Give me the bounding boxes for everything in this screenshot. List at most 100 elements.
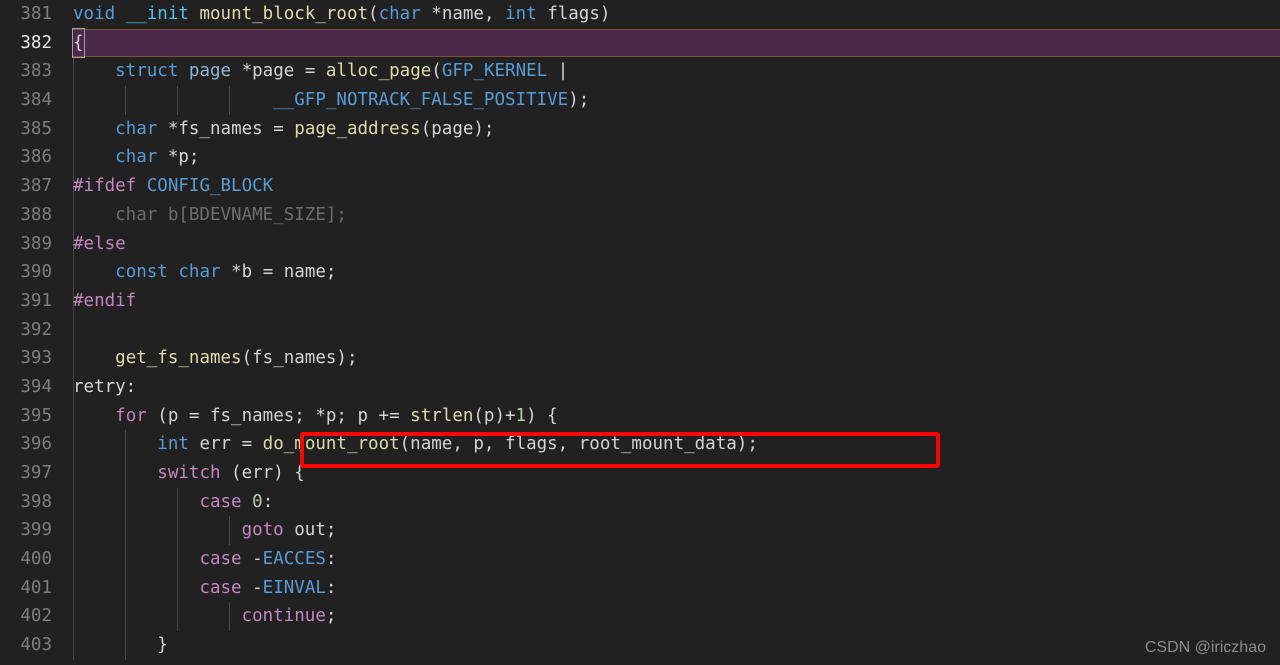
code-lines-container[interactable]: 381 void __init mount_block_root(char *na… bbox=[0, 0, 1280, 665]
code-token: 0 bbox=[252, 491, 263, 512]
text-cursor: { bbox=[73, 29, 84, 58]
line-content[interactable]: char *p; bbox=[73, 143, 1280, 172]
code-token: (page); bbox=[420, 118, 495, 139]
line-number: 399 bbox=[20, 520, 52, 541]
code-line[interactable]: 390 const char *b = name; bbox=[0, 258, 1280, 287]
code-line[interactable]: 383 struct page *page = alloc_page(GFP_K… bbox=[0, 57, 1280, 87]
line-content[interactable]: case 0: bbox=[73, 488, 1280, 517]
code-line[interactable]: 400 case -EACCES: bbox=[0, 545, 1280, 574]
code-token: for bbox=[115, 405, 147, 426]
line-content[interactable]: for (p = fs_names; *p; p += strlen(p)+1)… bbox=[73, 402, 1280, 431]
code-line[interactable]: 402 continue; bbox=[0, 602, 1280, 632]
code-token: page bbox=[188, 61, 232, 82]
code-line[interactable]: 385 char *fs_names = page_address(page); bbox=[0, 114, 1280, 144]
code-token: case bbox=[199, 549, 242, 570]
code-line[interactable]: 395 for (p = fs_names; *p; p += strlen(p… bbox=[0, 401, 1280, 431]
code-line[interactable]: 381 void __init mount_block_root(char *na… bbox=[0, 0, 1280, 29]
code-line[interactable]: 384 __GFP_NOTRACK_FALSE_POSITIVE); bbox=[0, 86, 1280, 115]
code-token: ); bbox=[568, 90, 590, 111]
code-token: #ifdef bbox=[73, 176, 137, 197]
code-line[interactable]: 393 get_fs_names(fs_names); bbox=[0, 344, 1280, 373]
line-number: 398 bbox=[20, 491, 52, 512]
line-content[interactable]: __GFP_NOTRACK_FALSE_POSITIVE); bbox=[73, 86, 1280, 115]
indent-guide bbox=[73, 315, 74, 345]
line-content[interactable]: #else bbox=[73, 230, 1280, 259]
line-content[interactable]: continue; bbox=[73, 602, 1280, 631]
line-content[interactable]: int err = do_mount_root(name, p, flags, … bbox=[73, 430, 1280, 459]
code-line[interactable]: 388 char b[BDEVNAME_SIZE]; bbox=[0, 200, 1280, 230]
code-token: const bbox=[115, 262, 168, 283]
code-token: : bbox=[325, 577, 337, 598]
code-token: (p)+ bbox=[473, 405, 516, 426]
line-number: 397 bbox=[20, 463, 52, 483]
line-number: 395 bbox=[20, 405, 52, 426]
code-token: *fs_names = bbox=[157, 118, 295, 139]
code-token: 1 bbox=[515, 405, 527, 426]
line-content[interactable]: void __init mount_block_root(char *name,… bbox=[73, 0, 1280, 29]
line-content[interactable]: goto out; bbox=[73, 516, 1280, 545]
line-content[interactable]: } bbox=[73, 631, 1280, 660]
line-content[interactable]: char b[BDEVNAME_SIZE]; bbox=[73, 201, 1280, 230]
code-token: ( bbox=[431, 61, 442, 82]
line-number: 385 bbox=[20, 118, 52, 139]
code-token: case bbox=[199, 491, 242, 512]
line-content[interactable]: struct page *page = alloc_page(GFP_KERNE… bbox=[73, 57, 1280, 86]
code-line[interactable]: 401 case -EINVAL: bbox=[0, 573, 1280, 603]
line-number: 381 bbox=[20, 4, 52, 24]
line-content[interactable]: case -EINVAL: bbox=[73, 574, 1280, 603]
line-content[interactable]: case -EACCES: bbox=[73, 545, 1280, 574]
line-content[interactable]: get_fs_names(fs_names); bbox=[73, 344, 1280, 373]
code-line[interactable]: 394 retry: bbox=[0, 372, 1280, 402]
code-token: page_address bbox=[294, 118, 421, 139]
code-line[interactable]: 396 int err = do_mount_root(name, p, fla… bbox=[0, 430, 1280, 459]
line-number: 401 bbox=[20, 577, 52, 598]
code-token: : bbox=[262, 491, 274, 512]
line-number: 394 bbox=[20, 376, 52, 397]
code-line[interactable]: 392 bbox=[0, 315, 1280, 345]
code-line[interactable]: 391 #endif bbox=[0, 286, 1280, 316]
watermark-text: CSDN @iriczhao bbox=[1144, 639, 1266, 656]
line-content[interactable]: retry: bbox=[73, 373, 1280, 402]
code-token: #endif bbox=[73, 290, 137, 311]
code-token: get_fs_names bbox=[115, 348, 242, 369]
code-editor[interactable]: 381 void __init mount_block_root(char *na… bbox=[0, 0, 1280, 665]
code-token: ; bbox=[325, 606, 337, 627]
code-token: void bbox=[73, 4, 116, 24]
code-line[interactable]: 397 switch (err) { bbox=[0, 459, 1280, 488]
code-token: *page = bbox=[231, 61, 326, 82]
code-token: #else bbox=[73, 233, 126, 254]
code-token: - bbox=[241, 577, 263, 598]
code-line[interactable]: 387 #ifdef CONFIG_BLOCK bbox=[0, 172, 1280, 201]
code-token: int bbox=[505, 4, 537, 24]
code-line[interactable]: 389 #else bbox=[0, 229, 1280, 259]
code-token: struct bbox=[115, 61, 179, 82]
line-content[interactable]: #endif bbox=[73, 287, 1280, 316]
code-token: *name, bbox=[420, 4, 506, 24]
code-line[interactable]: 403 } bbox=[0, 631, 1280, 660]
code-line[interactable]: 398 case 0: bbox=[0, 487, 1280, 517]
code-token: mount_block_root bbox=[199, 4, 369, 24]
line-content[interactable]: char *fs_names = page_address(page); bbox=[73, 115, 1280, 144]
line-content[interactable]: switch (err) { bbox=[73, 459, 1280, 488]
line-content[interactable]: #ifdef CONFIG_BLOCK bbox=[73, 172, 1280, 201]
line-number: 382 bbox=[20, 32, 52, 53]
code-line[interactable]: 382 { bbox=[0, 28, 1280, 58]
code-token: char bbox=[378, 4, 421, 24]
line-number: 403 bbox=[20, 635, 52, 656]
code-token: retry: bbox=[73, 376, 137, 397]
line-content[interactable]: const char *b = name; bbox=[73, 258, 1280, 287]
code-line[interactable]: 399 goto out; bbox=[0, 516, 1280, 546]
code-token: - bbox=[241, 549, 263, 570]
code-token: GFP_KERNEL bbox=[441, 61, 548, 82]
line-content[interactable]: { bbox=[73, 29, 1280, 58]
line-number: 392 bbox=[20, 319, 52, 340]
code-line[interactable]: 386 char *p; bbox=[0, 143, 1280, 173]
